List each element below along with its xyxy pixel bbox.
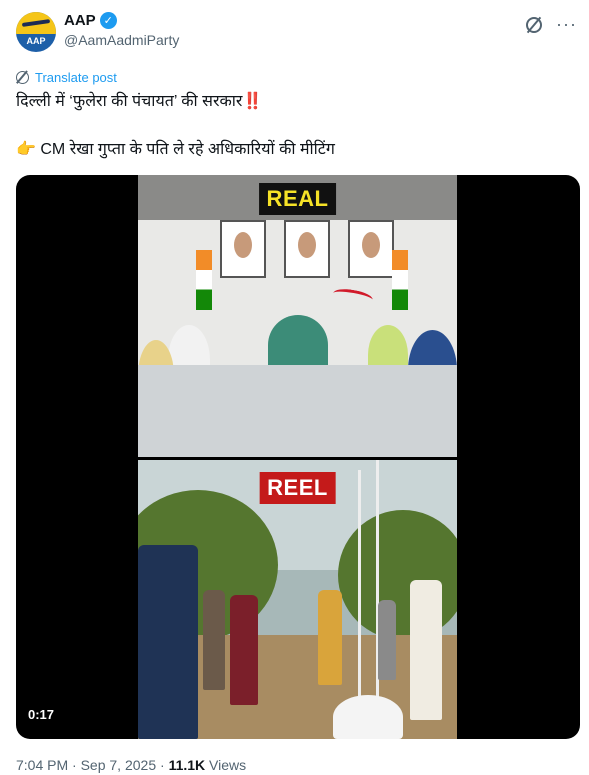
person-figure	[378, 600, 396, 680]
meta-separator: ·	[72, 757, 77, 773]
post-text-line-2: 👉 CM रेखा गुप्ता के पति ले रहे अधिकारियो…	[16, 139, 335, 161]
translate-post-link[interactable]: Translate post	[16, 70, 117, 85]
views-count: 11.1K	[168, 757, 206, 773]
post-date[interactable]: Sep 7, 2025	[81, 757, 157, 773]
person-figure	[138, 545, 198, 739]
reel-scene-image: REEL	[138, 460, 457, 739]
double-exclamation-emoji: ‼️	[242, 93, 263, 110]
pointing-hand-emoji: 👉	[16, 141, 36, 158]
post-text-2: CM रेखा गुप्ता के पति ले रहे अधिकारियों …	[40, 141, 335, 158]
person-figure	[410, 580, 442, 720]
video-player[interactable]: REAL REEL 0:17	[16, 175, 580, 739]
video-frame[interactable]: REAL REEL	[138, 175, 457, 739]
post-meta: 7:04 PM · Sep 7, 2025 · 11.1K Views	[16, 757, 246, 773]
flag-image	[392, 250, 408, 310]
post-time[interactable]: 7:04 PM	[16, 757, 68, 773]
portrait-image	[284, 220, 330, 278]
portrait-image	[220, 220, 266, 278]
flag-base	[333, 695, 403, 739]
person-figure	[203, 590, 225, 690]
person-figure	[318, 590, 342, 685]
person-figure	[230, 595, 258, 705]
verified-badge-icon[interactable]: ✓	[99, 12, 117, 29]
portrait-image	[348, 220, 394, 278]
avatar[interactable]: AAP	[16, 12, 56, 52]
translate-label[interactable]: Translate post	[35, 70, 117, 85]
user-handle[interactable]: @AamAadmiParty	[64, 32, 179, 48]
post-text-1: दिल्ली में ‘फुलेरा की पंचायत’ की सरकार	[16, 93, 243, 110]
post-text-line-1: दिल्ली में ‘फुलेरा की पंचायत’ की सरकार‼️	[16, 91, 262, 113]
translate-icon	[16, 71, 29, 84]
real-scene-image: REAL	[138, 175, 457, 457]
display-name[interactable]: AAP	[64, 12, 96, 29]
red-arrow-icon	[332, 286, 374, 307]
meeting-table	[138, 365, 457, 457]
more-options-icon[interactable]: ···	[556, 14, 577, 34]
reel-label: REEL	[259, 472, 336, 504]
meta-separator: ·	[160, 757, 165, 773]
post-header: AAP AAP ✓ @AamAadmiParty ···	[16, 10, 579, 54]
video-duration: 0:17	[28, 707, 55, 722]
avatar-text: AAP	[26, 36, 46, 46]
real-label: REAL	[258, 183, 337, 215]
flag-pole	[358, 470, 361, 700]
flag-image	[196, 250, 212, 310]
views-label: Views	[209, 757, 247, 773]
grok-icon[interactable]	[526, 17, 543, 33]
